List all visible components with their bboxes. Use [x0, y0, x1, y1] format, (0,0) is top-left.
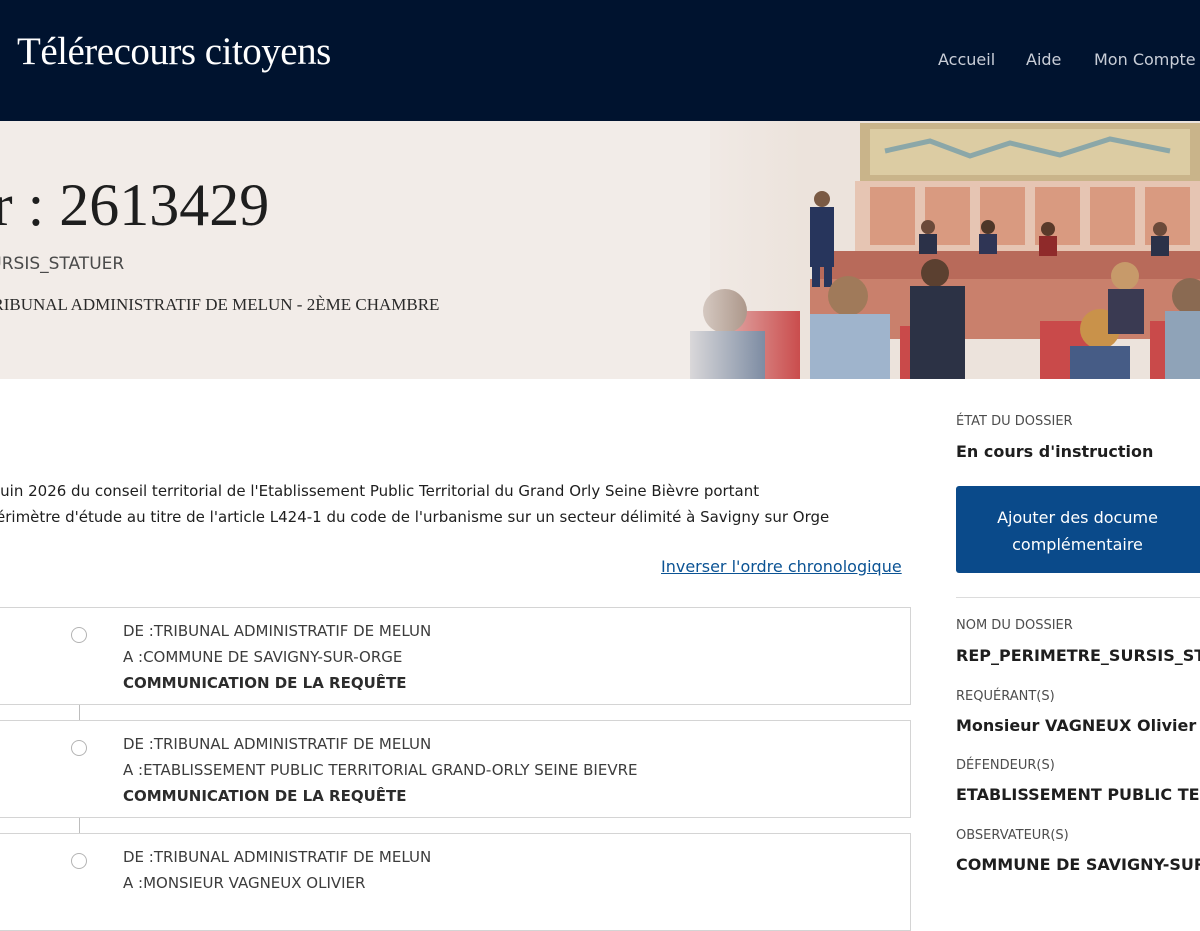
dossier-description: juin 2026 du conseil territorial de l'Et… [0, 478, 901, 530]
event-from: DE :TRIBUNAL ADMINISTRATIF DE MELUN [123, 848, 432, 866]
timeline-event-card[interactable]: DE :TRIBUNAL ADMINISTRATIF DE MELUN A :C… [0, 607, 911, 705]
status-label: ÉTAT DU DOSSIER [956, 414, 1073, 429]
timeline-dot-icon [71, 740, 87, 756]
event-from: DE :TRIBUNAL ADMINISTRATIF DE MELUN [123, 622, 432, 640]
dossier-name-value: REP_PERIMETRE_SURSIS_STAT [956, 646, 1200, 665]
event-to: A :COMMUNE DE SAVIGNY-SUR-ORGE [123, 648, 403, 666]
nav-aide[interactable]: Aide [1026, 50, 1061, 69]
dossier-court: TRIBUNAL ADMINISTRATIF DE MELUN - 2ÈME C… [0, 295, 440, 314]
sidebar-divider [956, 597, 1200, 598]
add-documents-label-line: Ajouter des docume [997, 508, 1158, 527]
reverse-order-link[interactable]: Inverser l'ordre chronologique [661, 557, 902, 576]
timeline-dot-icon [71, 627, 87, 643]
add-documents-label-line: complémentaire [1012, 535, 1143, 554]
observateur-label: OBSERVATEUR(S) [956, 828, 1069, 843]
event-from: DE :TRIBUNAL ADMINISTRATIF DE MELUN [123, 735, 432, 753]
timeline-event-card[interactable]: DE :TRIBUNAL ADMINISTRATIF DE MELUN A :M… [0, 833, 911, 931]
observateur-value: COMMUNE DE SAVIGNY-SUR- [956, 855, 1200, 874]
requerant-value: Monsieur VAGNEUX Olivier [956, 716, 1197, 735]
add-documents-button[interactable]: Ajouter des docume complémentaire [956, 486, 1200, 573]
defendeur-value: ETABLISSEMENT PUBLIC TERR [956, 785, 1200, 804]
dossier-title: er : 2613429 [0, 172, 270, 238]
dossier-banner: er : 2613429 _SURSIS_STATUER TRIBUNAL AD… [0, 121, 1200, 379]
description-line: érimètre d'étude au titre de l'article L… [0, 508, 830, 526]
description-line: juin 2026 du conseil territorial de l'Et… [0, 482, 760, 500]
timeline-dot-icon [71, 853, 87, 869]
courtroom-illustration [670, 121, 1200, 379]
timeline-event-card[interactable]: DE :TRIBUNAL ADMINISTRATIF DE MELUN A :E… [0, 720, 911, 818]
event-title: COMMUNICATION DE LA REQUÊTE [123, 787, 407, 805]
site-logo-text[interactable]: Télérecours citoyens [17, 29, 331, 74]
event-to: A :ETABLISSEMENT PUBLIC TERRITORIAL GRAN… [123, 761, 638, 779]
dossier-code: _SURSIS_STATUER [0, 254, 125, 274]
nav-mon-compte[interactable]: Mon Compte [1094, 50, 1196, 69]
event-to: A :MONSIEUR VAGNEUX OLIVIER [123, 874, 366, 892]
nav-accueil[interactable]: Accueil [938, 50, 995, 69]
event-title: COMMUNICATION DE LA REQUÊTE [123, 674, 407, 692]
status-value: En cours d'instruction [956, 442, 1154, 461]
site-header: Télérecours citoyens Accueil Aide Mon Co… [0, 0, 1200, 121]
defendeur-label: DÉFENDEUR(S) [956, 758, 1055, 773]
dossier-name-label: NOM DU DOSSIER [956, 618, 1073, 633]
requerant-label: REQUÉRANT(S) [956, 689, 1055, 704]
